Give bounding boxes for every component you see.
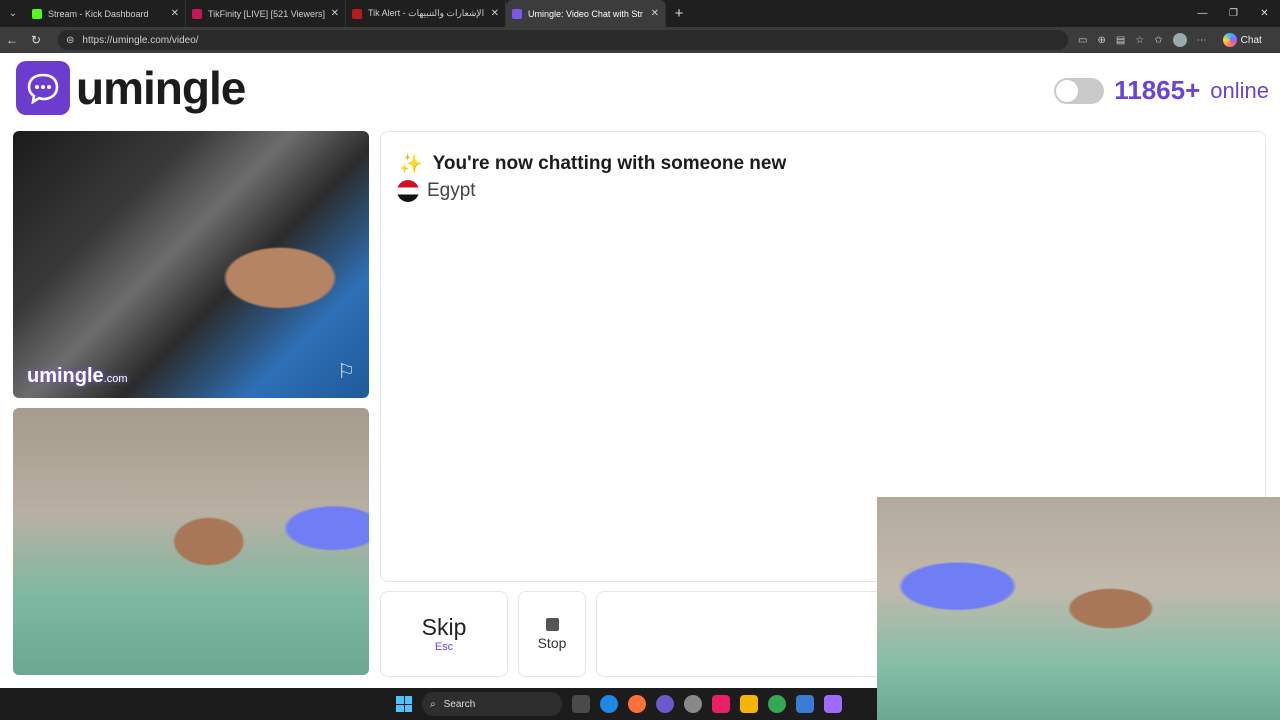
url-field[interactable]: ⊜ https://umingle.com/video/ [58, 30, 1068, 50]
taskbar-search[interactable]: ⌕ Search [422, 692, 562, 716]
address-bar-row: ← ↻ ⊜ https://umingle.com/video/ ▭ ⊕ ▤ ☆… [0, 27, 1280, 53]
tab-kick-dashboard[interactable]: Stream - Kick Dashboard ✕ [26, 0, 186, 27]
windows-start-icon[interactable] [396, 696, 412, 712]
tikfinity-favicon-icon [192, 8, 202, 19]
settings-gear-icon[interactable] [684, 695, 702, 713]
stranger-video: umingle.com ⚐ [13, 131, 369, 398]
close-tab-icon[interactable]: ✕ [331, 8, 339, 19]
online-label: online [1210, 77, 1269, 103]
app-icon[interactable] [656, 695, 674, 713]
favorite-star-icon[interactable]: ☆ [1135, 35, 1144, 46]
edge-icon[interactable] [600, 695, 618, 713]
minimize-icon[interactable]: — [1187, 8, 1218, 19]
message-input[interactable] [596, 591, 896, 677]
tab-title: Umingle: Video Chat with Str [528, 8, 643, 19]
back-arrow-icon[interactable]: ← [0, 33, 24, 47]
online-status: 11865+ online [1054, 75, 1269, 106]
tab-tikfinity[interactable]: TikFinity [LIVE] [521 Viewers] ✕ [186, 0, 346, 27]
new-tab-plus-icon[interactable]: + [666, 5, 692, 22]
country-name: Egypt [427, 180, 476, 201]
task-view-icon[interactable] [572, 695, 590, 713]
online-count: 11865+ [1114, 75, 1201, 105]
site-info-icon[interactable]: ⊜ [66, 35, 74, 46]
copilot-chat-button[interactable]: Chat [1222, 33, 1262, 47]
skip-shortcut-hint: Esc [434, 641, 454, 653]
skip-label: Skip [421, 614, 467, 640]
tab-title: TikFinity [LIVE] [521 Viewers] [208, 8, 325, 19]
tikalert-favicon-icon [352, 8, 362, 19]
camera-icon[interactable]: ▭ [1078, 35, 1087, 46]
zoom-icon[interactable]: ⊕ [1097, 35, 1105, 46]
search-label: Search [443, 698, 476, 710]
restore-icon[interactable]: ❐ [1218, 8, 1249, 19]
firefox-icon[interactable] [628, 695, 646, 713]
umingle-favicon-icon [512, 8, 522, 19]
tiktok-icon[interactable] [712, 695, 730, 713]
stop-square-icon [545, 618, 559, 631]
umingle-watermark: umingle.com [27, 365, 128, 387]
tab-tik-alert[interactable]: Tik Alert - منصة الإشعارات والتنبيهات ✕ [346, 0, 506, 27]
tab-umingle[interactable]: Umingle: Video Chat with Str ✕ [506, 0, 666, 27]
webcam-overlay [877, 497, 1280, 720]
browser-tab-bar: ⌄ Stream - Kick Dashboard ✕ TikFinity [L… [0, 0, 1280, 27]
favorites-icon[interactable]: ✩ [1154, 35, 1162, 46]
chat-bubble-icon [16, 61, 70, 115]
logo-text: umingle [76, 62, 246, 114]
chat-button-label: Chat [1240, 34, 1262, 46]
sparkles-icon: ✨ [399, 154, 423, 175]
copilot-icon [1222, 33, 1237, 47]
file-explorer-icon[interactable] [740, 695, 758, 713]
windows-taskbar: ⌕ Search [0, 688, 877, 720]
stop-button[interactable]: Stop [518, 591, 586, 677]
store-icon[interactable] [796, 695, 814, 713]
url-text: https://umingle.com/video/ [82, 34, 199, 46]
stranger-country: Egypt [397, 180, 476, 202]
close-tab-icon[interactable]: ✕ [491, 8, 499, 19]
reload-icon[interactable]: ↻ [24, 33, 48, 47]
window-controls: — ❐ ✕ [1187, 8, 1280, 19]
profile-avatar[interactable] [1172, 33, 1187, 47]
search-icon: ⌕ [430, 698, 436, 710]
tab-title: Tik Alert - منصة الإشعارات والتنبيهات [368, 8, 485, 18]
egypt-flag-icon [397, 180, 419, 202]
chrome-icon[interactable] [768, 695, 786, 713]
theme-toggle[interactable] [1054, 77, 1105, 104]
umingle-logo[interactable]: umingle [16, 61, 246, 115]
skip-button[interactable]: Skip Esc [380, 591, 508, 677]
close-tab-icon[interactable]: ✕ [651, 8, 659, 19]
stop-label: Stop [537, 635, 567, 651]
close-tab-icon[interactable]: ✕ [171, 8, 179, 19]
self-video [13, 408, 369, 675]
kick-favicon-icon [32, 8, 42, 19]
system-message-text: You're now chatting with someone new [432, 153, 787, 174]
tab-actions-menu-icon[interactable]: ⌄ [0, 0, 26, 27]
read-aloud-icon[interactable]: ▤ [1116, 35, 1125, 46]
close-window-icon[interactable]: ✕ [1249, 8, 1280, 19]
tab-title: Stream - Kick Dashboard [48, 8, 149, 19]
more-menu-icon[interactable]: ⋯ [1197, 35, 1207, 46]
copilot-taskbar-icon[interactable] [824, 695, 842, 713]
system-message: ✨ You're now chatting with someone new [399, 152, 786, 176]
report-flag-icon[interactable]: ⚐ [337, 359, 355, 384]
